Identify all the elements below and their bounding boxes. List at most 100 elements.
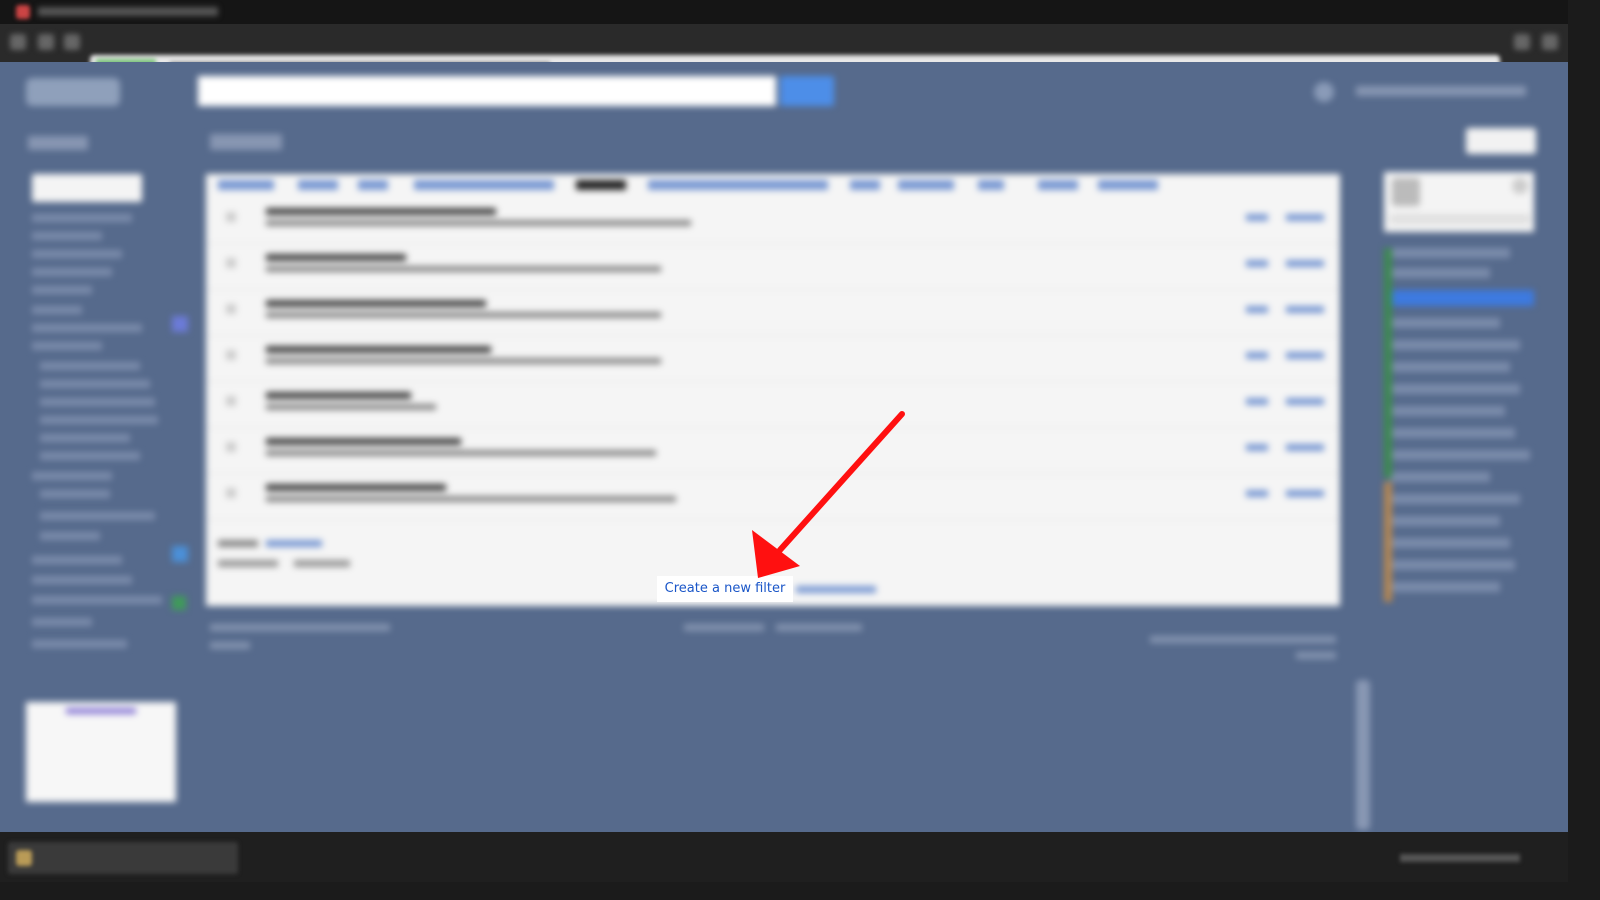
footer-link[interactable]: [684, 624, 764, 631]
sidebar-item[interactable]: [40, 490, 110, 498]
contact-item[interactable]: [1390, 384, 1520, 394]
delete-link[interactable]: [1286, 260, 1324, 267]
settings-gear-button[interactable]: [1466, 128, 1536, 154]
create-new-filter-link[interactable]: Create a new filter: [657, 576, 793, 602]
edit-link[interactable]: [1246, 260, 1268, 267]
tab-inbox[interactable]: [358, 180, 388, 190]
contact-item[interactable]: [1390, 318, 1500, 328]
edit-link[interactable]: [1246, 352, 1268, 359]
sidebar-item[interactable]: [32, 214, 132, 222]
contact-item[interactable]: [1390, 538, 1510, 548]
sidebar-item[interactable]: [32, 596, 162, 604]
contact-item[interactable]: [1390, 406, 1505, 416]
status-input[interactable]: [1390, 214, 1530, 224]
delete-link[interactable]: [1286, 490, 1324, 497]
footer-text: [210, 642, 250, 649]
status-icon[interactable]: [1512, 178, 1528, 194]
tab-offline[interactable]: [1038, 180, 1078, 190]
sidebar-item[interactable]: [32, 472, 112, 480]
sidebar-item[interactable]: [40, 398, 155, 406]
apps-icon[interactable]: [1314, 82, 1334, 102]
contact-item[interactable]: [1390, 472, 1490, 482]
reload-icon[interactable]: [64, 34, 80, 50]
search-input[interactable]: [198, 76, 776, 106]
page-scrollbar[interactable]: [1356, 680, 1370, 830]
taskbar-browser-window[interactable]: [8, 842, 238, 874]
filter-row: [206, 198, 1340, 244]
row-checkbox[interactable]: [226, 488, 236, 498]
delete-button[interactable]: [294, 560, 350, 567]
sidebar-item[interactable]: [40, 362, 140, 370]
row-checkbox[interactable]: [226, 442, 236, 452]
sidebar-item[interactable]: [32, 250, 122, 258]
delete-link[interactable]: [1286, 214, 1324, 221]
edit-link[interactable]: [1246, 444, 1268, 451]
sidebar-item[interactable]: [32, 324, 142, 332]
row-checkbox[interactable]: [226, 350, 236, 360]
selected-contact[interactable]: [1384, 290, 1534, 306]
row-checkbox[interactable]: [226, 258, 236, 268]
tab-general[interactable]: [218, 180, 274, 190]
footer-details-link[interactable]: [1296, 652, 1336, 659]
tab-web-clips[interactable]: [898, 180, 954, 190]
edit-link[interactable]: [1246, 398, 1268, 405]
edit-link[interactable]: [1246, 214, 1268, 221]
sidebar-item[interactable]: [32, 306, 82, 314]
tab-labs[interactable]: [978, 180, 1004, 190]
menu-icon[interactable]: [1542, 34, 1558, 50]
export-button[interactable]: [218, 560, 278, 567]
sidebar-item[interactable]: [40, 452, 140, 460]
row-criteria: [266, 208, 496, 215]
compose-button[interactable]: [32, 174, 142, 202]
delete-link[interactable]: [1286, 306, 1324, 313]
account-info[interactable]: [1356, 86, 1526, 96]
tab-themes[interactable]: [1098, 180, 1158, 190]
contact-item[interactable]: [1390, 494, 1520, 504]
delete-link[interactable]: [1286, 398, 1324, 405]
sidebar-item[interactable]: [32, 640, 127, 648]
contact-item[interactable]: [1390, 516, 1500, 526]
edit-link[interactable]: [1246, 490, 1268, 497]
sidebar-item[interactable]: [32, 268, 112, 276]
mail-label[interactable]: [28, 136, 88, 150]
footer-link[interactable]: [776, 624, 862, 631]
sidebar-item[interactable]: [40, 434, 130, 442]
contact-item[interactable]: [1390, 268, 1490, 278]
delete-link[interactable]: [1286, 352, 1324, 359]
edit-link[interactable]: [1246, 306, 1268, 313]
sidebar-item[interactable]: [40, 416, 158, 424]
sidebar-item[interactable]: [32, 286, 92, 294]
tab-forwarding[interactable]: [648, 180, 828, 190]
contact-item[interactable]: [1390, 362, 1510, 372]
sidebar-item[interactable]: [40, 380, 150, 388]
contact-item[interactable]: [1390, 428, 1515, 438]
row-checkbox[interactable]: [226, 212, 236, 222]
tab-accounts[interactable]: [414, 180, 554, 190]
sidebar-item[interactable]: [32, 342, 102, 350]
tab-filters[interactable]: [576, 180, 626, 190]
import-filters-link[interactable]: [796, 586, 876, 593]
tab-labels[interactable]: [298, 180, 338, 190]
right-sidebar: [1384, 172, 1540, 652]
taskbar-clock: [1400, 854, 1520, 862]
sidebar-item[interactable]: [40, 512, 155, 520]
sidebar-item[interactable]: [40, 532, 100, 540]
contact-item[interactable]: [1390, 340, 1520, 350]
select-all-link[interactable]: [266, 540, 322, 547]
tab-chat[interactable]: [850, 180, 880, 190]
sidebar-item[interactable]: [32, 556, 122, 564]
sidebar-item[interactable]: [32, 576, 132, 584]
contact-item[interactable]: [1390, 560, 1515, 570]
contact-item[interactable]: [1390, 582, 1500, 592]
back-icon[interactable]: [10, 34, 26, 50]
row-checkbox[interactable]: [226, 304, 236, 314]
delete-link[interactable]: [1286, 444, 1324, 451]
contact-item[interactable]: [1390, 248, 1510, 258]
row-checkbox[interactable]: [226, 396, 236, 406]
search-button[interactable]: [780, 76, 834, 106]
forward-icon[interactable]: [38, 34, 54, 50]
sidebar-item[interactable]: [32, 232, 102, 240]
sidebar-item[interactable]: [32, 618, 92, 626]
extension-icon[interactable]: [1514, 34, 1530, 50]
contact-item[interactable]: [1390, 450, 1530, 460]
